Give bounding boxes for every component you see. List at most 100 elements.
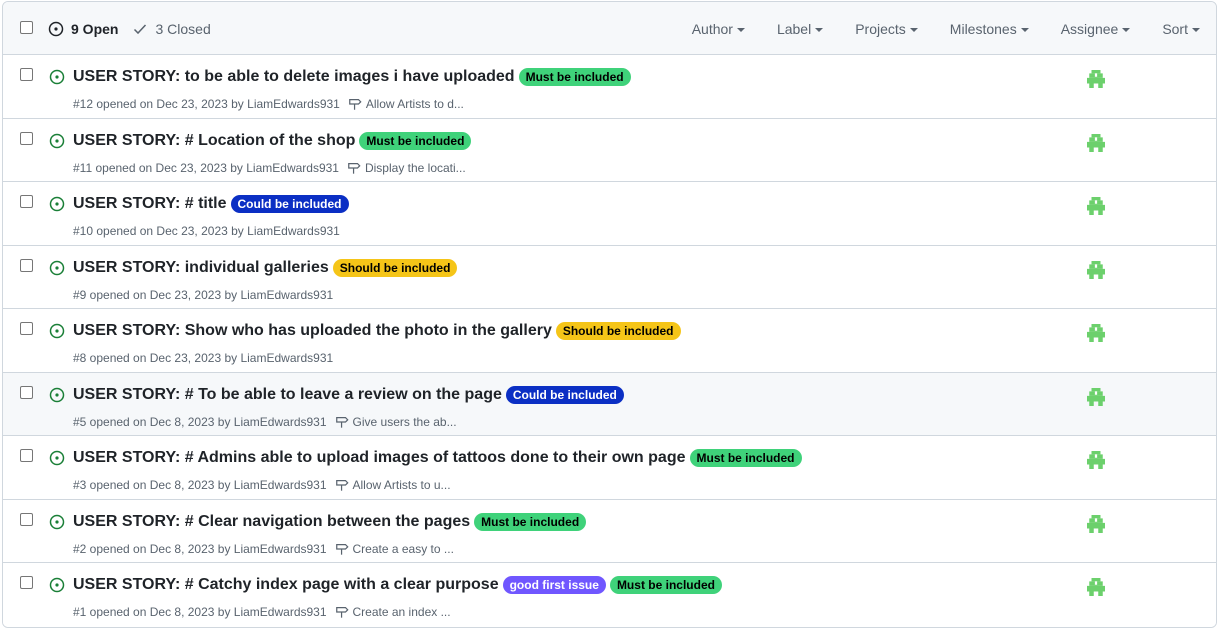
issue-opened-icon — [49, 133, 65, 148]
assignee-avatar[interactable] — [1087, 578, 1105, 596]
issue-row[interactable]: USER STORY: to be able to delete images … — [3, 55, 1216, 119]
label-filter-label: Label — [776, 20, 812, 37]
assignee-avatar[interactable] — [1087, 197, 1105, 215]
assignee-filter-label: Assignee — [1060, 20, 1119, 37]
open-issues-tab[interactable]: 9 Open — [48, 21, 118, 37]
issue-title-link[interactable]: USER STORY: to be able to delete images … — [73, 68, 515, 86]
issue-opened-by: #10 opened on Dec 23, 2023 by LiamEdward… — [73, 224, 340, 238]
sort-filter[interactable]: Sort — [1146, 21, 1216, 37]
issues-list-header: 9 Open 3 Closed Author Label Projects Mi… — [3, 2, 1216, 55]
issue-checkbox[interactable] — [20, 258, 33, 272]
issue-title-link[interactable]: USER STORY: Show who has uploaded the ph… — [73, 322, 552, 340]
label-filter[interactable]: Label — [761, 21, 839, 37]
milestone-label: Display the locati... — [364, 160, 466, 175]
author-filter-label: Author — [691, 20, 733, 37]
issue-label[interactable]: Should be included — [332, 258, 458, 277]
issue-meta: #3 opened on Dec 8, 2023 by LiamEdwards9… — [73, 478, 451, 492]
issue-milestone-link[interactable]: Give users the ab... — [335, 415, 457, 429]
assignee-avatar[interactable] — [1087, 387, 1105, 406]
milestone-label: Allow Artists to d... — [365, 97, 464, 111]
issue-title-link[interactable]: USER STORY: # Location of the shop — [73, 132, 355, 150]
issue-meta: #10 opened on Dec 23, 2023 by LiamEdward… — [73, 224, 340, 238]
issue-row[interactable]: USER STORY: # Location of the shop Must b… — [3, 118, 1216, 182]
issue-row[interactable]: USER STORY: # To be able to leave a revi… — [3, 372, 1216, 436]
issue-milestone-link[interactable]: Create an index ... — [335, 605, 451, 619]
issue-opened-by: #12 opened on Dec 23, 2023 by LiamEdward… — [73, 97, 340, 111]
issue-label[interactable]: Must be included — [359, 131, 472, 150]
milestone-icon — [335, 543, 349, 555]
issue-label[interactable]: Could be included — [505, 385, 624, 404]
issue-meta: #8 opened on Dec 23, 2023 by LiamEdwards… — [73, 351, 333, 365]
issue-row[interactable]: USER STORY: # title Could be included #10 … — [3, 182, 1216, 246]
issue-title-link[interactable]: USER STORY: individual galleries — [73, 259, 329, 277]
issue-row[interactable]: USER STORY: # Catchy index page with a c… — [3, 563, 1216, 627]
projects-filter[interactable]: Projects — [839, 21, 934, 37]
projects-filter-label: Projects — [855, 20, 906, 37]
issue-checkbox[interactable] — [20, 131, 33, 145]
issue-checkbox[interactable] — [20, 195, 33, 208]
issue-opened-icon — [49, 69, 65, 85]
milestone-icon — [348, 99, 362, 110]
issue-row[interactable]: USER STORY: # Clear navigation between t… — [3, 499, 1216, 563]
assignee-avatar[interactable] — [1087, 260, 1105, 279]
issue-label[interactable]: Should be included — [555, 322, 681, 340]
issue-label[interactable]: good first issue — [502, 576, 606, 594]
assignee-avatar[interactable] — [1087, 514, 1105, 533]
issue-label[interactable]: Must be included — [474, 512, 587, 531]
issue-title-line: USER STORY: individual galleries Should b… — [73, 258, 458, 277]
assignee-avatar[interactable] — [1087, 70, 1105, 88]
issue-checkbox[interactable] — [20, 576, 33, 589]
open-issues-label: 9 Open — [71, 20, 119, 37]
issue-opened-by: #3 opened on Dec 8, 2023 by LiamEdwards9… — [73, 478, 327, 492]
issue-checkbox[interactable] — [20, 449, 33, 462]
issue-title-line: USER STORY: to be able to delete images … — [73, 68, 631, 86]
issue-checkbox[interactable] — [20, 385, 33, 399]
issue-checkbox[interactable] — [20, 512, 33, 526]
issue-milestone-link[interactable]: Create a easy to ... — [335, 542, 454, 556]
issue-title-line: USER STORY: # Location of the shop Must b… — [73, 131, 472, 150]
assignee-avatar[interactable] — [1087, 133, 1105, 152]
chevron-down-icon — [1192, 27, 1200, 32]
issue-checkbox[interactable] — [20, 322, 33, 335]
issue-title-link[interactable]: USER STORY: # title — [73, 195, 227, 213]
issue-meta: #5 opened on Dec 8, 2023 by LiamEdwards9… — [73, 415, 457, 429]
issue-title-line: USER STORY: # title Could be included — [73, 195, 349, 213]
issue-title-link[interactable]: USER STORY: # Clear navigation between t… — [73, 513, 470, 531]
issue-row[interactable]: USER STORY: individual galleries Should b… — [3, 245, 1216, 309]
milestone-label: Create a easy to ... — [352, 541, 454, 556]
issue-opened-icon — [49, 196, 65, 212]
milestone-label: Allow Artists to u... — [352, 478, 451, 492]
issue-title-line: USER STORY: # To be able to leave a revi… — [73, 385, 624, 404]
issue-meta: #11 opened on Dec 23, 2023 by LiamEdward… — [73, 161, 466, 175]
issue-label[interactable]: Must be included — [518, 68, 631, 86]
issue-opened-icon — [49, 323, 65, 339]
issue-milestone-link[interactable]: Display the locati... — [347, 161, 466, 175]
issue-title-line: USER STORY: # Admins able to upload imag… — [73, 449, 802, 467]
issue-title-line: USER STORY: Show who has uploaded the ph… — [73, 322, 681, 340]
filter-bar: Author Label Projects Milestones Assigne… — [676, 2, 1216, 55]
chevron-down-icon — [909, 27, 918, 32]
closed-issues-tab[interactable]: 3 Closed — [132, 21, 211, 37]
issue-label[interactable]: Could be included — [230, 195, 349, 213]
select-all-checkbox[interactable] — [20, 21, 33, 34]
issue-label[interactable]: Must be included — [609, 576, 722, 594]
milestones-filter-label: Milestones — [949, 20, 1017, 37]
issue-meta: #1 opened on Dec 8, 2023 by LiamEdwards9… — [73, 605, 451, 619]
issue-title-link[interactable]: USER STORY: # Catchy index page with a c… — [73, 576, 499, 594]
author-filter[interactable]: Author — [676, 21, 761, 37]
issue-milestone-link[interactable]: Allow Artists to d... — [348, 97, 464, 111]
milestone-icon — [335, 480, 349, 491]
assignee-filter[interactable]: Assignee — [1045, 21, 1147, 37]
issue-row[interactable]: USER STORY: # Admins able to upload imag… — [3, 436, 1216, 500]
issue-title-line: USER STORY: # Clear navigation between t… — [73, 512, 587, 531]
issue-row[interactable]: USER STORY: Show who has uploaded the ph… — [3, 309, 1216, 373]
issue-checkbox[interactable] — [20, 68, 33, 81]
issue-label[interactable]: Must be included — [689, 449, 802, 467]
issue-milestone-link[interactable]: Allow Artists to u... — [335, 478, 451, 492]
assignee-avatar[interactable] — [1087, 451, 1105, 469]
issue-title-link[interactable]: USER STORY: # Admins able to upload imag… — [73, 449, 686, 467]
assignee-avatar[interactable] — [1087, 324, 1105, 342]
milestone-icon — [348, 162, 361, 174]
milestones-filter[interactable]: Milestones — [934, 21, 1045, 37]
issue-title-link[interactable]: USER STORY: # To be able to leave a revi… — [73, 386, 502, 404]
